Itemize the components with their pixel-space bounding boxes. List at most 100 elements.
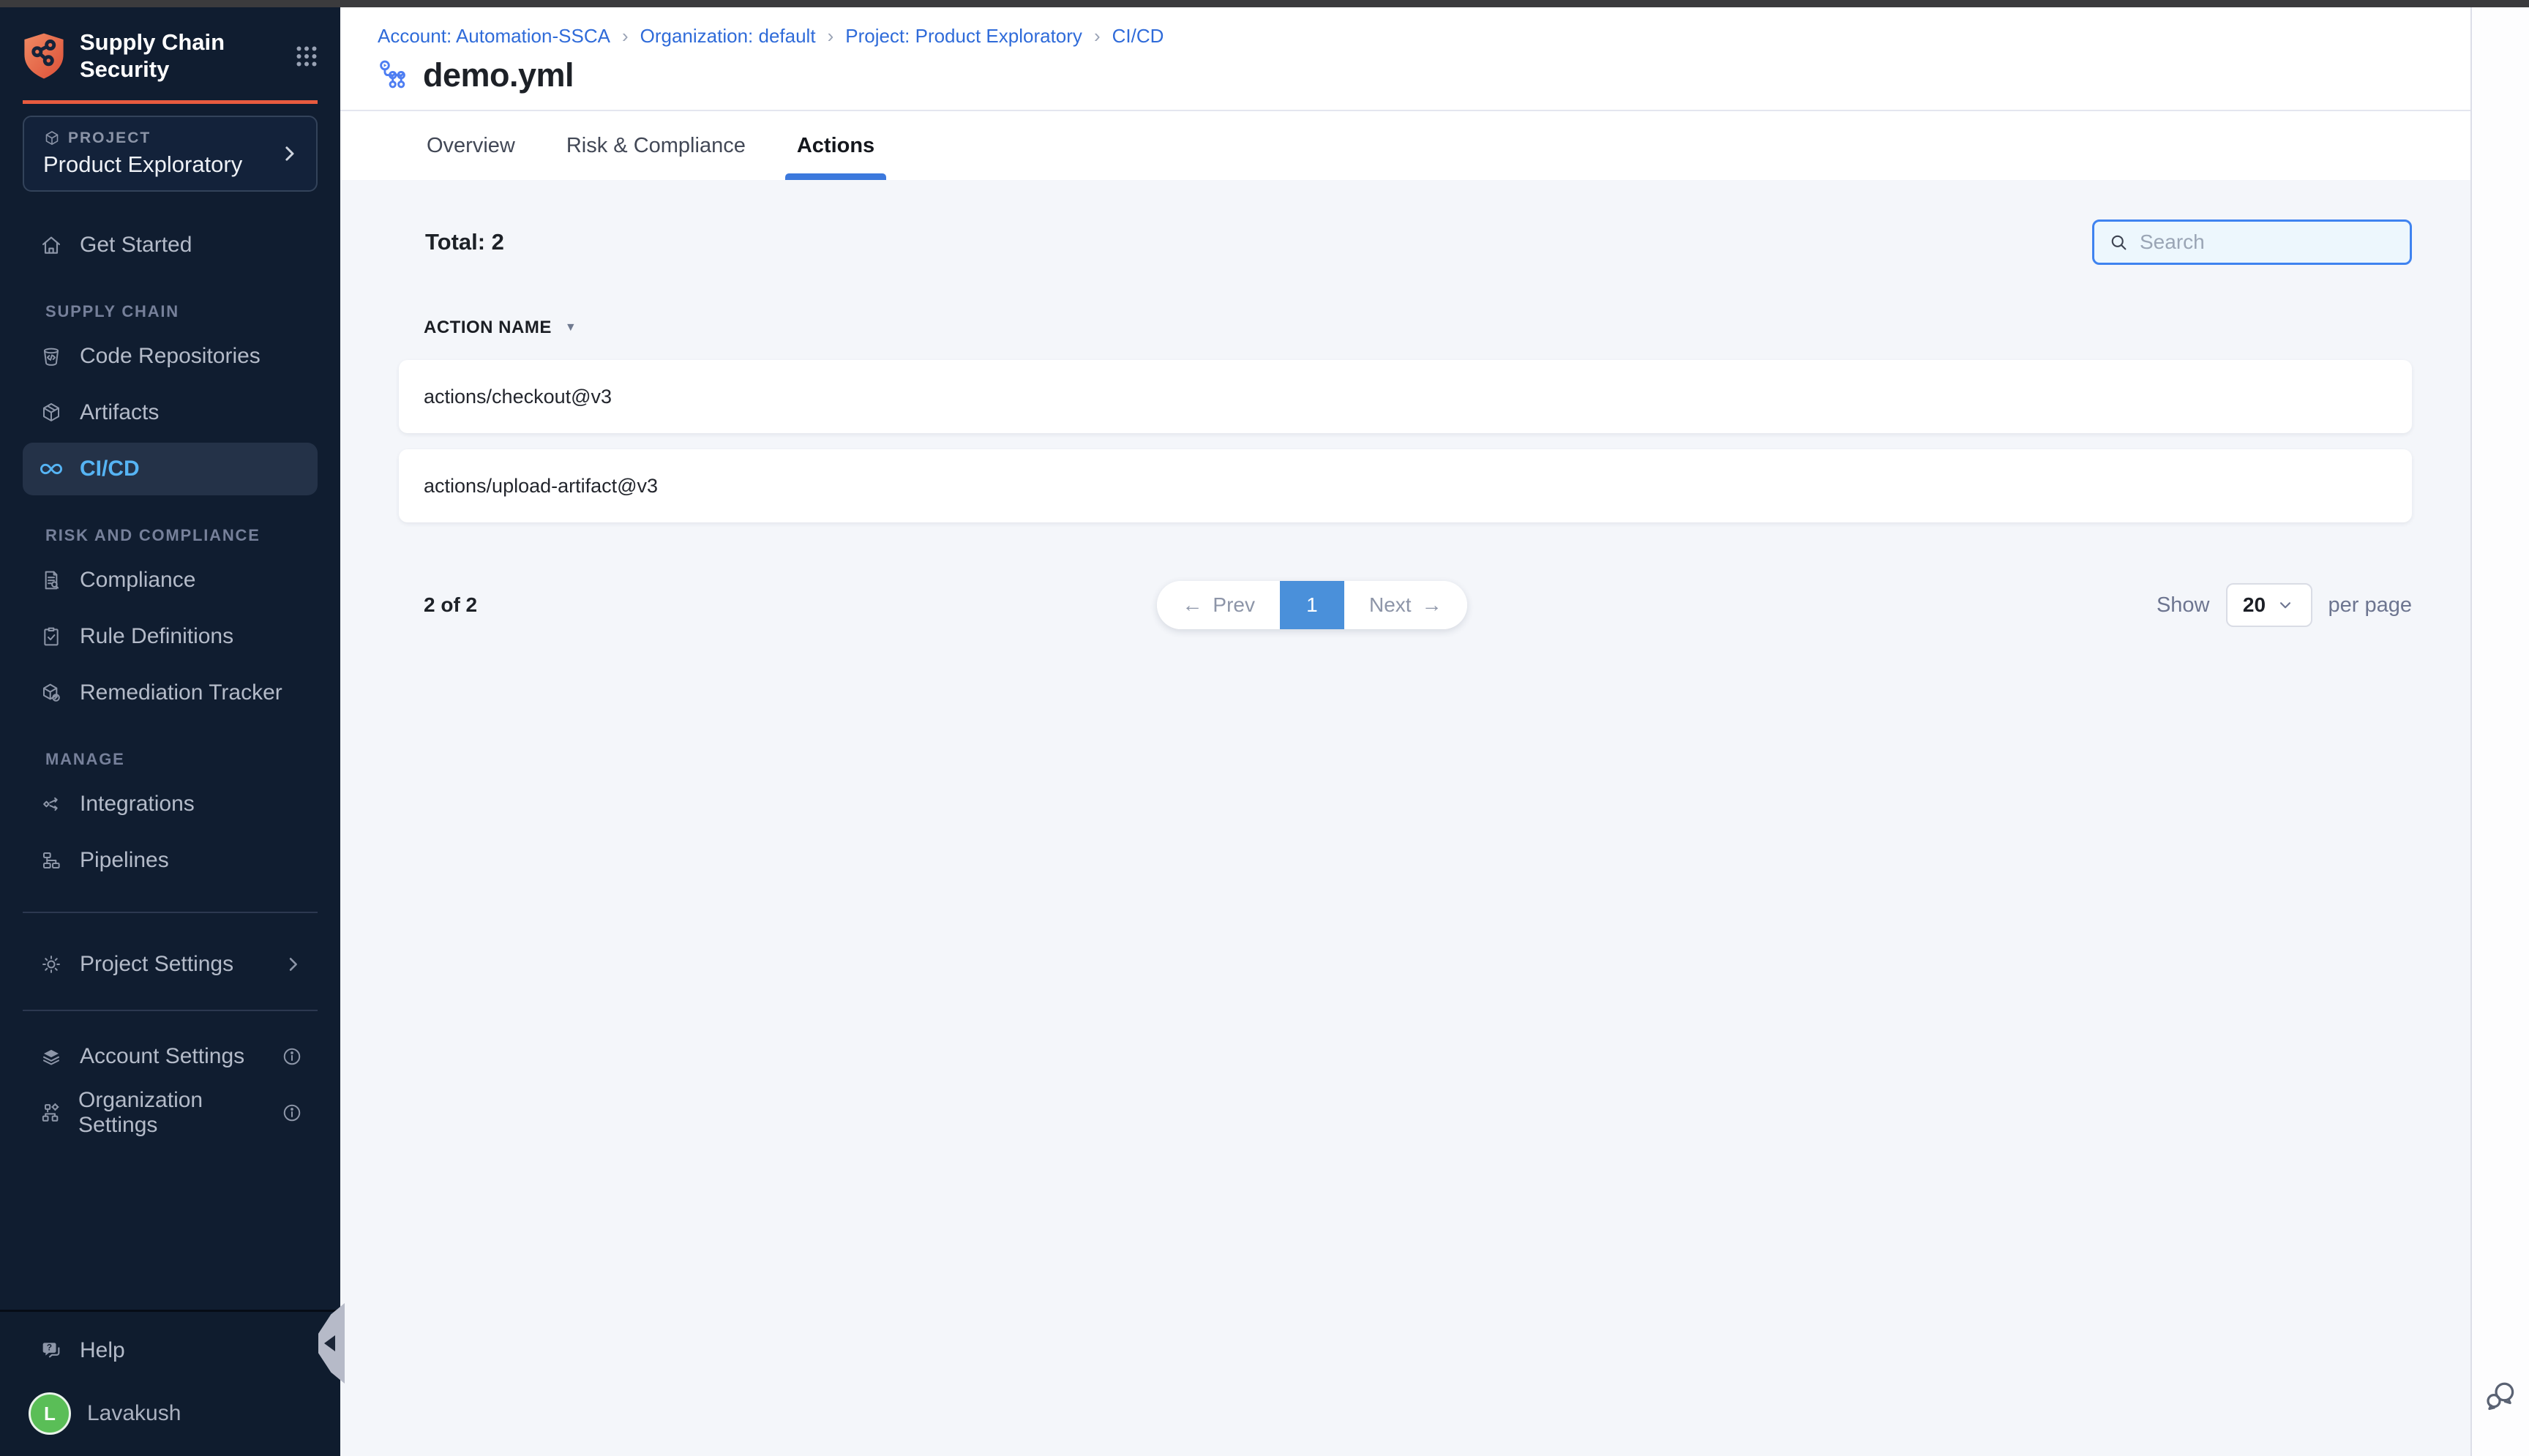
breadcrumb-separator-icon: › xyxy=(622,25,629,48)
table-row[interactable]: actions/checkout@v3 xyxy=(399,360,2412,433)
window-top-strip xyxy=(0,0,2529,7)
actions-tab-content: Total: 2 ACTION NAME ▼ actions/checkout@… xyxy=(340,180,2470,1456)
sidebar-item-integrations[interactable]: Integrations xyxy=(23,778,318,830)
chevron-right-icon xyxy=(282,954,303,975)
project-name: Product Exploratory xyxy=(43,151,242,178)
chat-bubbles-icon[interactable] xyxy=(2482,1378,2520,1416)
sidebar-item-organization-settings[interactable]: Organization Settings xyxy=(23,1087,318,1139)
sidebar-bottom-section: ? Help L Lavakush xyxy=(0,1310,340,1456)
home-icon xyxy=(39,233,64,258)
breadcrumb-link-account[interactable]: Account: Automation-SSCA xyxy=(378,25,610,48)
code-repository-icon xyxy=(39,344,64,369)
sidebar-item-label: CI/CD xyxy=(80,457,140,481)
sidebar-item-label: Integrations xyxy=(80,792,195,817)
tab-overview[interactable]: Overview xyxy=(422,111,520,180)
pipelines-icon xyxy=(39,848,64,873)
arrow-right-icon: → xyxy=(1422,593,1442,617)
table-row[interactable]: actions/upload-artifact@v3 xyxy=(399,449,2412,522)
sidebar-item-label: Compliance xyxy=(80,568,195,593)
brand: Supply Chain Security xyxy=(23,29,320,83)
sidebar-item-label: Rule Definitions xyxy=(80,624,233,649)
sidebar-item-compliance[interactable]: Compliance xyxy=(23,554,318,607)
breadcrumb-link-project[interactable]: Project: Product Exploratory xyxy=(845,25,1082,48)
show-label: Show xyxy=(2157,593,2210,618)
sidebar-item-code-repositories[interactable]: Code Repositories xyxy=(23,330,318,383)
sidebar-item-project-settings[interactable]: Project Settings xyxy=(23,938,318,991)
workflow-icon xyxy=(378,59,411,92)
sidebar-item-remediation-tracker[interactable]: Remediation Tracker xyxy=(23,667,318,719)
search-box xyxy=(2092,219,2412,265)
column-header-label: ACTION NAME xyxy=(424,318,552,338)
integrations-icon xyxy=(39,792,64,817)
section-manage: MANAGE xyxy=(45,750,340,769)
svg-text:?: ? xyxy=(47,1343,52,1353)
sidebar-item-help[interactable]: ? Help xyxy=(23,1324,318,1377)
prev-page-button[interactable]: ← Prev xyxy=(1157,581,1280,629)
sidebar-item-label: Get Started xyxy=(80,233,192,258)
page-size-value: 20 xyxy=(2243,593,2266,617)
sidebar-item-pipelines[interactable]: Pipelines xyxy=(23,834,318,887)
info-icon[interactable] xyxy=(281,1046,303,1067)
layers-gear-icon xyxy=(39,1044,64,1069)
sidebar-item-artifacts[interactable]: Artifacts xyxy=(23,386,318,439)
infinity-icon xyxy=(39,457,64,481)
app-title: Supply Chain Security xyxy=(80,29,225,83)
tab-bar: Overview Risk & Compliance Actions xyxy=(340,110,2470,180)
right-gutter xyxy=(2470,7,2529,1456)
sidebar-item-label: Account Settings xyxy=(80,1044,244,1069)
sidebar-item-account-settings[interactable]: Account Settings xyxy=(23,1030,318,1083)
sidebar-item-cicd[interactable]: CI/CD xyxy=(23,443,318,495)
help-chat-icon: ? xyxy=(39,1338,64,1363)
sidebar-item-label: Artifacts xyxy=(80,400,159,425)
breadcrumb-link-organization[interactable]: Organization: default xyxy=(640,25,816,48)
breadcrumb: Account: Automation-SSCA › Organization:… xyxy=(378,25,2470,48)
search-input[interactable] xyxy=(2140,230,2404,254)
page-header: Account: Automation-SSCA › Organization:… xyxy=(340,7,2470,110)
user-menu[interactable]: L Lavakush xyxy=(23,1387,318,1440)
page-title: demo.yml xyxy=(423,56,574,94)
project-label: PROJECT xyxy=(68,130,151,147)
sidebar-item-label: Code Repositories xyxy=(80,344,261,369)
info-icon[interactable] xyxy=(281,1102,303,1124)
section-risk-and-compliance: RISK AND COMPLIANCE xyxy=(45,526,340,545)
cube-wrench-icon xyxy=(39,680,64,705)
result-range: 2 of 2 xyxy=(424,593,643,617)
pagination-bar: 2 of 2 ← Prev 1 Next → xyxy=(399,581,2412,629)
sidebar-item-label: Remediation Tracker xyxy=(80,680,282,705)
sidebar: Supply Chain Security xyxy=(0,7,340,1456)
sidebar-item-rule-definitions[interactable]: Rule Definitions xyxy=(23,610,318,663)
sidebar-item-label: Help xyxy=(80,1338,125,1363)
main-area: Account: Automation-SSCA › Organization:… xyxy=(340,7,2470,1456)
sidebar-divider xyxy=(23,912,318,913)
chevron-right-icon xyxy=(278,143,300,165)
breadcrumb-separator-icon: › xyxy=(1094,25,1101,48)
prev-label: Prev xyxy=(1213,593,1255,617)
page-size-select[interactable]: 20 xyxy=(2226,583,2312,627)
chevron-down-icon xyxy=(2276,596,2295,615)
brand-accent-divider xyxy=(23,100,318,104)
sidebar-item-label: Project Settings xyxy=(80,952,233,977)
total-count: Total: 2 xyxy=(425,229,504,255)
app-switcher-grid-icon[interactable] xyxy=(293,43,320,70)
section-supply-chain: SUPPLY CHAIN xyxy=(45,302,340,321)
tab-actions[interactable]: Actions xyxy=(793,111,879,180)
supply-chain-security-logo-icon xyxy=(23,31,65,81)
page-size-group: Show 20 per page xyxy=(2157,583,2412,627)
org-hierarchy-gear-icon xyxy=(39,1100,62,1125)
tab-risk-and-compliance[interactable]: Risk & Compliance xyxy=(562,111,750,180)
sidebar-item-get-started[interactable]: Get Started xyxy=(23,219,318,271)
sidebar-item-label: Organization Settings xyxy=(78,1088,265,1138)
user-name: Lavakush xyxy=(87,1401,181,1426)
column-header-action-name[interactable]: ACTION NAME ▼ xyxy=(424,318,2412,338)
next-page-button[interactable]: Next → xyxy=(1344,581,1467,629)
collapse-arrow-icon xyxy=(324,1335,335,1351)
breadcrumb-link-cicd[interactable]: CI/CD xyxy=(1112,25,1164,48)
clipboard-check-icon xyxy=(39,624,64,649)
gear-icon xyxy=(39,952,64,977)
sidebar-divider xyxy=(23,1010,318,1011)
page-number-button[interactable]: 1 xyxy=(1280,581,1344,629)
project-selector[interactable]: PROJECT Product Exploratory xyxy=(23,116,318,192)
sidebar-item-label: Pipelines xyxy=(80,848,169,873)
cube-icon xyxy=(39,400,64,425)
pager: ← Prev 1 Next → xyxy=(1157,581,1466,629)
